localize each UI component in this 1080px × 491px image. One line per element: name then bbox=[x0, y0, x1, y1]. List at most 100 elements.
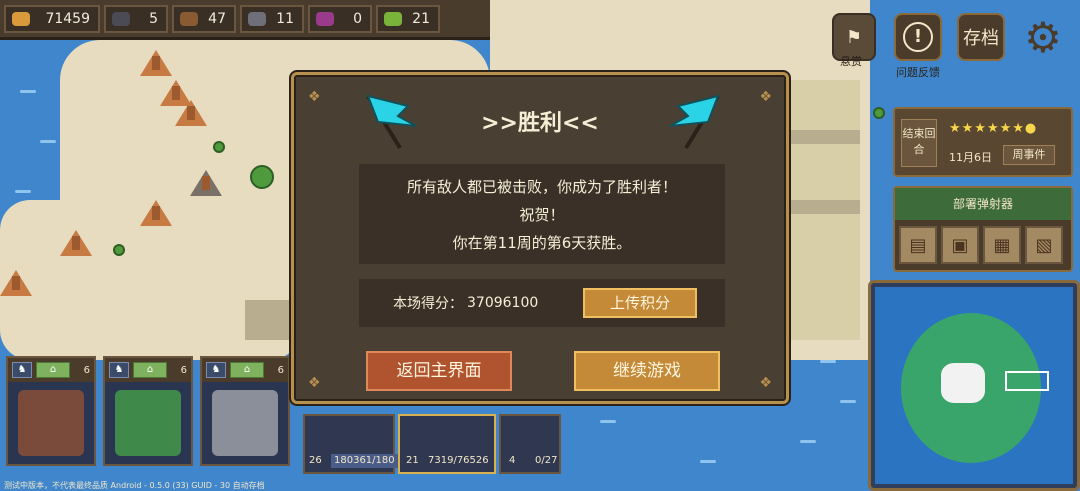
building-count: 6 bbox=[83, 364, 90, 376]
build-info: 测试中版本，不代表最终品质 Android - 0.5.0 (33) GUID … bbox=[4, 481, 265, 490]
settings-button[interactable]: ⚙ bbox=[1019, 12, 1067, 62]
score-value: 37096100 bbox=[467, 295, 539, 311]
message-line: 你在第11周的第6天获胜。 bbox=[452, 233, 632, 252]
victory-message: 所有敌人都已被击败，你成为了胜利者！ 祝贺！ 你在第11周的第6天获胜。 bbox=[359, 164, 725, 264]
gear-icon: ⚙ bbox=[1024, 12, 1062, 62]
week-events-button[interactable]: 周事件 bbox=[1003, 145, 1055, 165]
unit-level: 4 bbox=[509, 455, 516, 466]
unit-hp: 0/27 bbox=[535, 455, 558, 466]
deploy-panel: 部署弹射器 ▤ ▣ ▦ ▧ bbox=[893, 186, 1073, 272]
date-label: 11月6日 bbox=[949, 151, 992, 164]
deploy-catapult-button[interactable]: 部署弹射器 bbox=[895, 188, 1071, 220]
score-label: 本场得分： bbox=[393, 296, 463, 312]
bush bbox=[113, 244, 125, 256]
corner-ornament-icon: ❖ bbox=[759, 89, 772, 105]
unit-card[interactable]: 4 0/27 bbox=[499, 414, 561, 474]
home-icon: ⌂ bbox=[230, 362, 264, 378]
score-row: 本场得分： 37096100 上传积分 bbox=[359, 279, 725, 327]
building-count: 6 bbox=[180, 364, 187, 376]
corner-ornament-icon: ❖ bbox=[759, 375, 772, 391]
resource-herb: 21 bbox=[376, 4, 440, 33]
message-line: 所有敌人都已被击败，你成为了胜利者！ bbox=[406, 177, 677, 196]
unit-hp: 180361/180 bbox=[331, 454, 398, 468]
bounty-label: 悬赏 bbox=[840, 55, 862, 68]
mountain bbox=[190, 170, 222, 196]
corner-ornament-icon: ❖ bbox=[308, 375, 321, 391]
spellbook-icon[interactable]: ▦ bbox=[983, 226, 1021, 264]
resource-wood: 47 bbox=[172, 4, 236, 33]
building-card[interactable]: ♞ ⌂ 6 bbox=[103, 356, 193, 466]
resource-value: 5 bbox=[149, 10, 158, 27]
unit-level: 26 bbox=[309, 455, 322, 466]
bounty-icon: ⚑ bbox=[845, 26, 863, 48]
resource-crystal: 0 bbox=[308, 4, 372, 33]
resource-value: 47 bbox=[208, 10, 226, 27]
building-card[interactable]: ♞ ⌂ 6 bbox=[200, 356, 290, 466]
horse-icon: ♞ bbox=[109, 362, 129, 378]
unit-level: 21 bbox=[406, 455, 419, 466]
tree bbox=[250, 165, 274, 189]
horse-icon: ♞ bbox=[12, 362, 32, 378]
quest-scroll-icon[interactable]: ▧ bbox=[1025, 226, 1063, 264]
feedback-button[interactable]: ! bbox=[894, 13, 942, 61]
unit-card[interactable]: 26 180361/180 bbox=[303, 414, 398, 474]
victory-dialog: ❖ ❖ ❖ ❖ >>胜利<< 所有敌人都已被击败，你成为了胜利者！ 祝贺！ 你在… bbox=[291, 72, 789, 404]
minimap-viewport[interactable] bbox=[1005, 371, 1049, 391]
gold-ore-icon bbox=[12, 11, 30, 26]
home-icon: ⌂ bbox=[36, 362, 70, 378]
mountain bbox=[60, 230, 92, 256]
stone-icon bbox=[248, 11, 266, 26]
wave bbox=[20, 90, 36, 93]
wave bbox=[820, 360, 836, 363]
treasure-chest-icon[interactable]: ▣ bbox=[941, 226, 979, 264]
bush bbox=[873, 107, 885, 119]
unit-card[interactable]: 21 7319/76526 bbox=[398, 414, 496, 474]
corner-ornament-icon: ❖ bbox=[308, 89, 321, 105]
wave bbox=[600, 420, 616, 423]
road bbox=[790, 200, 860, 214]
building-count: 6 bbox=[277, 364, 284, 376]
tree-grove-building-icon bbox=[115, 390, 181, 456]
arena-building-icon bbox=[18, 390, 84, 456]
crystal-icon bbox=[316, 11, 334, 26]
resource-coal: 5 bbox=[104, 4, 168, 33]
continue-game-button[interactable]: 继续游戏 bbox=[574, 351, 720, 391]
upload-score-button[interactable]: 上传积分 bbox=[583, 288, 697, 318]
wave bbox=[40, 140, 56, 143]
save-label: 存档 bbox=[963, 28, 999, 49]
resource-value: 21 bbox=[412, 10, 430, 27]
save-button[interactable]: 存档 bbox=[957, 13, 1005, 61]
resource-value: 0 bbox=[353, 10, 362, 27]
coal-icon bbox=[112, 11, 130, 26]
message-line: 祝贺！ bbox=[519, 205, 565, 224]
mountain bbox=[0, 270, 32, 296]
minimap-region bbox=[941, 363, 985, 403]
resource-gold: 71459 bbox=[4, 4, 100, 33]
turn-panel: 结束回合 ★★★★★★● 11月6日 周事件 bbox=[893, 107, 1073, 177]
back-to-main-button[interactable]: 返回主界面 bbox=[366, 351, 512, 391]
scroll-map-icon[interactable]: ▤ bbox=[899, 226, 937, 264]
unit-hp: 7319/76526 bbox=[428, 455, 489, 466]
turn-stars: ★★★★★★● bbox=[949, 121, 1038, 136]
resource-value: 11 bbox=[276, 10, 294, 27]
herb-icon bbox=[384, 11, 402, 26]
end-turn-button[interactable]: 结束回合 bbox=[901, 119, 937, 167]
feedback-label: 问题反馈 bbox=[896, 66, 940, 79]
wave bbox=[800, 440, 816, 443]
wave bbox=[700, 460, 716, 463]
dialog-title: >>胜利<< bbox=[481, 111, 599, 136]
resource-stone: 11 bbox=[240, 4, 304, 33]
horse-icon: ♞ bbox=[206, 362, 226, 378]
wood-icon bbox=[180, 11, 198, 26]
road bbox=[790, 130, 860, 144]
resource-bar: 71459 5 47 11 0 21 bbox=[0, 0, 490, 40]
mountain bbox=[140, 200, 172, 226]
wave bbox=[840, 400, 856, 403]
bush bbox=[213, 141, 225, 153]
road bbox=[245, 300, 290, 340]
mountain bbox=[140, 50, 172, 76]
resource-value: 71459 bbox=[45, 10, 90, 27]
minimap[interactable] bbox=[868, 280, 1080, 491]
alert-icon: ! bbox=[903, 22, 933, 52]
building-card[interactable]: ♞ ⌂ 6 bbox=[6, 356, 96, 466]
